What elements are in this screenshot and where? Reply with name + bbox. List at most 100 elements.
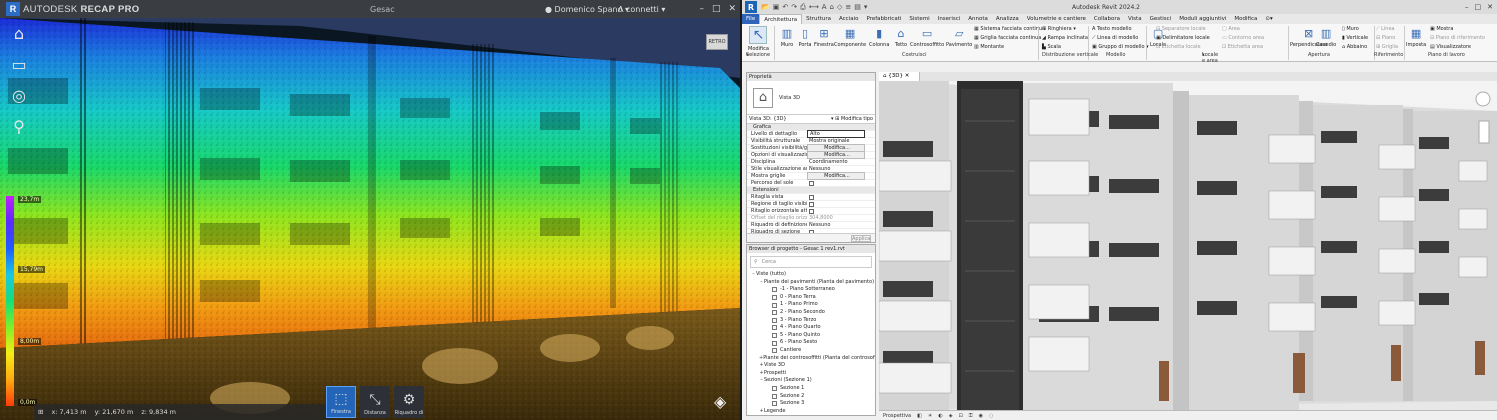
griglia-facciata-button[interactable]: ▦ Griglia facciata continua [974, 35, 1041, 41]
browser-view-item[interactable]: 4 - Piano Quarto [747, 324, 875, 332]
porta-button[interactable]: ▯ Porta [798, 26, 812, 49]
piano-riferimento-button[interactable]: ⊟ Piano di riferimento [1430, 35, 1485, 41]
tab-architettura[interactable]: Architettura [759, 14, 803, 24]
view-cube[interactable]: RETRO [706, 34, 728, 50]
lock-view-icon[interactable]: ⚿ [969, 413, 973, 419]
montante-button[interactable]: ▥ Montante [974, 44, 1004, 50]
separatore-locale-button[interactable]: ⊟ Separatore locale [1156, 26, 1206, 32]
open-icon[interactable]: 📂 [761, 3, 770, 12]
browser-view-item[interactable]: Sezione 2 [747, 393, 875, 401]
hide-isolate-icon[interactable]: ◉ [979, 413, 983, 419]
limit-box-button[interactable]: ⚙ Riquadro di [394, 386, 424, 418]
tab-sistemi[interactable]: Sistemi [905, 14, 933, 24]
browser-tree-node[interactable]: + Piante dei controsoffitti (Pianta del c… [747, 355, 875, 363]
finestra-button[interactable]: ⊞ Finestra [814, 26, 834, 49]
redo-icon[interactable]: ↷ [791, 3, 797, 12]
tetto-button[interactable]: ⌂ Tetto [894, 26, 908, 49]
save-icon[interactable]: ▣ [773, 3, 780, 12]
tab-volumetrie[interactable]: Volumetrie e cantiere [1023, 14, 1090, 24]
browser-view-item[interactable]: 5 - Piano Quinto [747, 332, 875, 340]
mostra-button[interactable]: ▣ Mostra [1430, 26, 1453, 32]
browser-tree-node[interactable]: + Viste 3D [747, 362, 875, 370]
tab-prefabbricati[interactable]: Prefabbricati [862, 14, 905, 24]
tab-moduli[interactable]: Moduli aggiuntivi [1175, 14, 1230, 24]
browser-view-item[interactable]: -1 - Piano Sotterraneo [747, 286, 875, 294]
close-button[interactable]: ✕ [1487, 3, 1493, 11]
modifica-button[interactable]: ↖ Modifica [748, 26, 769, 52]
tab-acciaio[interactable]: Acciaio [835, 14, 863, 24]
point-cloud-viewport[interactable] [0, 18, 740, 420]
visualizzatore-button[interactable]: ▤ Visualizzatore [1430, 44, 1471, 50]
verticale-button[interactable]: ▮ Verticale [1342, 35, 1368, 41]
property-value[interactable]: Alto [807, 130, 865, 138]
section-icon[interactable]: ◇ [837, 3, 842, 12]
visual-style-icon[interactable]: ◧ [917, 413, 922, 419]
property-edit-button[interactable]: Modifica... [807, 172, 865, 180]
tab-annota[interactable]: Annota [964, 14, 992, 24]
maximize-button[interactable]: □ [1475, 3, 1482, 11]
muro-button[interactable]: ▥ Muro [780, 26, 794, 49]
browser-search-input[interactable]: ⚲ Cerca [750, 256, 872, 268]
undo-icon[interactable]: ↶ [782, 3, 788, 12]
3d-model-canvas[interactable] [879, 81, 1497, 410]
gruppo-modello-button[interactable]: ▣ Gruppo di modello ▾ [1092, 44, 1149, 50]
sistema-facciata-button[interactable]: ▦ Sistema facciata continua [974, 26, 1045, 32]
pavimento-button[interactable]: ▱ Pavimento [946, 26, 972, 49]
testo-modello-button[interactable]: A Testo modello [1092, 26, 1132, 32]
render-icon[interactable]: ◈ [949, 413, 953, 419]
switch-windows-icon[interactable]: ▤ [854, 3, 861, 12]
colonna-button[interactable]: ▮ Colonna [869, 26, 889, 49]
close-icon[interactable]: ✕ [905, 73, 910, 79]
browser-view-item[interactable]: 6 - Piano Sesto [747, 339, 875, 347]
componente-button[interactable]: ▦ Componente [834, 26, 866, 49]
home-icon[interactable]: ⌂ [8, 22, 30, 44]
search-icon[interactable]: ⚲ [8, 115, 30, 137]
area-button[interactable]: ▢ Area [1222, 26, 1240, 32]
recap-user-menu[interactable]: ● Domenico Spano ▾ [545, 5, 629, 14]
browser-tree-node[interactable]: – Piante dei pavimenti (Pianta del pavime… [747, 279, 875, 287]
property-checkbox[interactable] [809, 180, 814, 186]
tab-vista[interactable]: Vista [1124, 14, 1146, 24]
abbaino-button[interactable]: ⌂ Abbaino [1342, 44, 1367, 50]
layers-icon[interactable]: ◈ [714, 392, 726, 411]
piano-rif-button[interactable]: ⊟ Piano [1376, 35, 1395, 41]
navigation-icon[interactable]: ◎ [8, 84, 30, 106]
browser-tree-node[interactable]: + Prospetti [747, 370, 875, 378]
revit-logo-icon[interactable]: R [745, 1, 757, 13]
close-button[interactable]: ✕ [728, 4, 736, 14]
delimitatore-locale-button[interactable]: ▣ Delimitatore locale [1156, 35, 1210, 41]
imposta-button[interactable]: ▦ Imposta [1406, 26, 1426, 49]
apertura-muro-button[interactable]: ▯ Muro [1342, 26, 1359, 32]
tab-gestisci[interactable]: Gestisci [1146, 14, 1176, 24]
context-toggle-icon[interactable]: ⊙▾ [1261, 14, 1276, 24]
tab-struttura[interactable]: Struttura [802, 14, 835, 24]
maximize-button[interactable]: □ [712, 4, 721, 14]
property-checkbox[interactable] [809, 208, 814, 214]
ringhiera-button[interactable]: ⊞ Ringhiera ▾ [1042, 26, 1076, 32]
display-icon[interactable]: ▭ [8, 53, 30, 75]
browser-view-item[interactable]: Sezione 1 [747, 385, 875, 393]
griglia-rif-button[interactable]: ⊞ Griglia [1376, 44, 1398, 50]
minimize-button[interactable]: – [699, 4, 704, 14]
tab-collabora[interactable]: Collabora [1090, 14, 1124, 24]
rampa-button[interactable]: ◢ Rampa inclinata [1042, 35, 1088, 41]
chevron-down-icon[interactable]: ▾ [864, 3, 868, 12]
scala-button[interactable]: ▙ Scala [1042, 44, 1061, 50]
panel-selezione[interactable]: Selezione ▾ [746, 52, 770, 58]
text-icon[interactable]: A [822, 3, 827, 12]
browser-tree-node[interactable]: – Viste (tutto) [747, 271, 875, 279]
browser-tree-node[interactable]: – Sezioni (Sezione 1) [747, 377, 875, 385]
apply-button[interactable]: Applica [851, 235, 871, 242]
window-select-button[interactable]: ⬚ Finestra [326, 386, 356, 418]
3d-view-icon[interactable]: ⌂ [830, 3, 834, 12]
contorno-area-button[interactable]: ▭ Contorno area [1222, 35, 1264, 41]
property-edit-button[interactable]: Modifica... [807, 151, 865, 159]
sun-path-icon[interactable]: ☀ [928, 413, 932, 419]
print-icon[interactable]: ⎙ [800, 3, 806, 12]
tab-file[interactable]: File [742, 14, 760, 24]
controsoffitto-button[interactable]: ▭ Controsoffitto [910, 26, 944, 49]
browser-view-item[interactable]: 3 - Piano Terzo [747, 317, 875, 325]
etichetta-locale-button[interactable]: ⊡ Etichetta locale [1156, 44, 1201, 50]
tab-analizza[interactable]: Analizza [992, 14, 1023, 24]
browser-view-item[interactable]: 1 - Piano Primo [747, 301, 875, 309]
